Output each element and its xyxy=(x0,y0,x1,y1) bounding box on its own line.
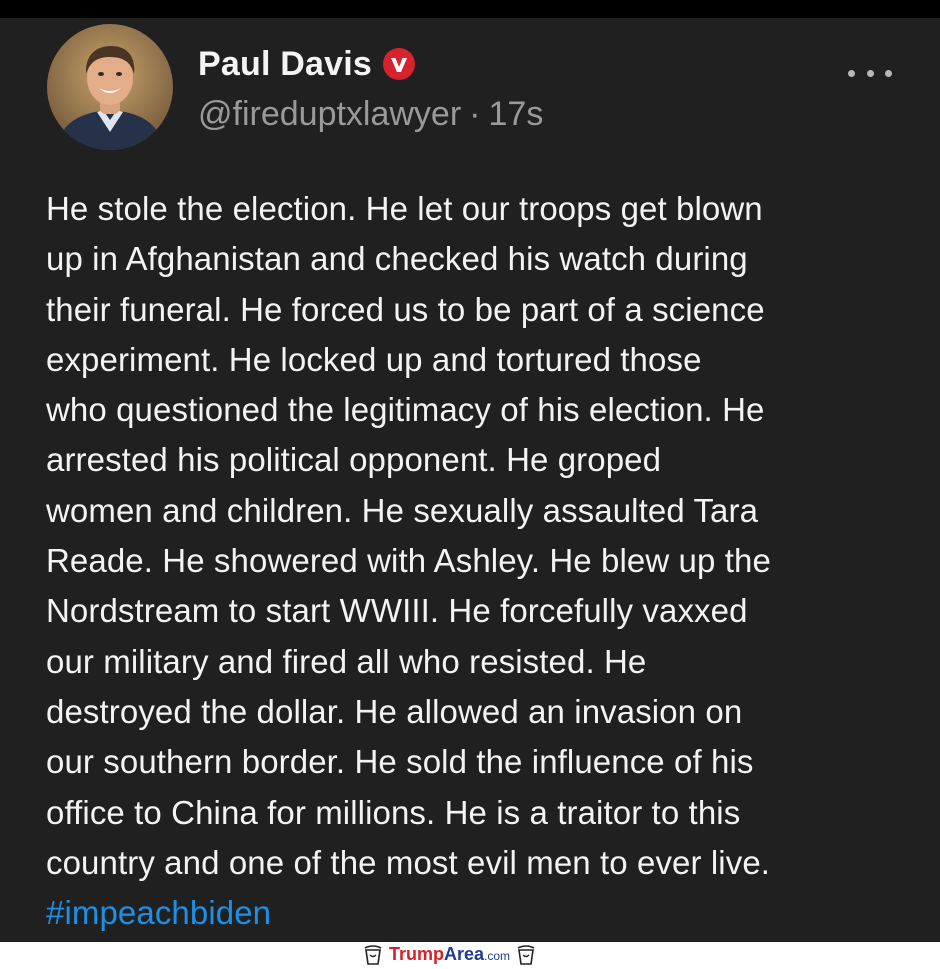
tweet-text-line: He stole the election. He let our troops… xyxy=(46,190,763,227)
watermark-domain: .com xyxy=(484,949,511,963)
verified-badge-icon xyxy=(382,47,416,81)
watermark-trump: Trump xyxy=(389,944,445,964)
more-dot xyxy=(866,69,874,77)
more-dot xyxy=(848,69,855,77)
watermark-brand: TrumpArea.com xyxy=(362,942,537,968)
tweet-text-line: office to China for millions. He is a tr… xyxy=(46,793,741,831)
author-handle[interactable]: @fireduptxlawyer xyxy=(198,95,461,133)
tweet-text-line: destroyed the dollar. He allowed an inva… xyxy=(46,692,743,730)
author-display-name[interactable]: Paul Davis xyxy=(198,44,372,84)
tweet-text-line: Reade. He showered with Ashley. He blew … xyxy=(46,542,771,580)
tweet-text-line: arrested his political opponent. He grop… xyxy=(46,441,662,479)
watermark-area: Area xyxy=(444,944,485,964)
author-handle-row: @fireduptxlawyer · 17s xyxy=(198,94,543,134)
tweet-text: He stole the election. He let our troops… xyxy=(46,184,926,938)
tweet-text-line: up in Afghanistan and checked his watch … xyxy=(46,240,748,278)
tweet-text-line: country and one of the most evil men to … xyxy=(46,843,771,881)
more-options-icon[interactable] xyxy=(848,62,892,84)
watermark-footer: TrumpArea.com xyxy=(0,942,940,968)
avatar-portrait-image xyxy=(47,24,173,150)
tweet-text-line: who questioned the legitimacy of his ele… xyxy=(46,391,765,429)
tweet-text-line: women and children. He sexually assaulte… xyxy=(46,491,759,529)
tweet-card: Paul Davis @fireduptxlawyer · 17s He stole… xyxy=(0,18,940,942)
cup-icon xyxy=(364,945,382,965)
tweet-text-line: our southern border. He sold the influen… xyxy=(46,743,754,781)
top-strip xyxy=(0,0,940,18)
screenshot-frame: Paul Davis @fireduptxlawyer · 17s He stole… xyxy=(0,0,940,968)
tweet-text-line: experiment. He locked up and tortured th… xyxy=(46,340,702,378)
more-dot xyxy=(885,69,892,77)
hashtag-link[interactable]: #impeachbiden xyxy=(46,888,926,938)
avatar[interactable] xyxy=(47,24,173,150)
author-name-row: Paul Davis xyxy=(198,44,416,84)
watermark-text: TrumpArea.com xyxy=(389,941,510,969)
tweet-text-line: Nordstream to start WWIII. He forcefully… xyxy=(46,592,748,630)
cup-icon xyxy=(517,945,535,965)
tweet-timestamp[interactable]: 17s xyxy=(489,95,544,133)
meta-separator: · xyxy=(469,95,481,133)
tweet-text-line: their funeral. He forced us to be part o… xyxy=(46,290,765,328)
tweet-text-line: our military and fired all who resisted.… xyxy=(46,642,647,680)
